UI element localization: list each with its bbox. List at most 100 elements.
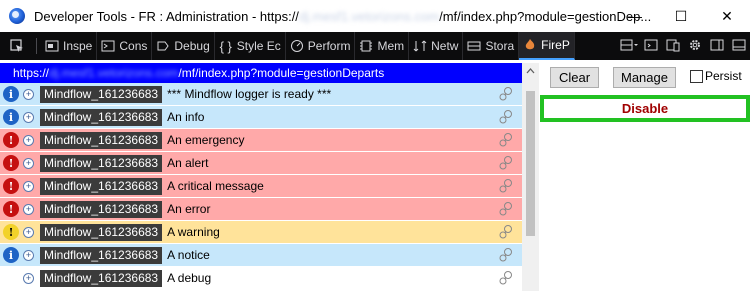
close-icon: ✕: [721, 7, 733, 24]
firephp-side-panel: Clear Manage Persist Disable: [540, 60, 750, 291]
log-row[interactable]: + Mindflow_161236683 A debug: [0, 267, 522, 290]
firephp-icon: [523, 38, 537, 52]
error-icon: !: [3, 178, 19, 194]
expand-icon[interactable]: +: [23, 88, 34, 100]
expand-icon[interactable]: +: [23, 157, 34, 169]
split-console-button[interactable]: [640, 32, 662, 60]
pick-element-icon: [10, 39, 24, 53]
expand-icon[interactable]: +: [23, 203, 34, 215]
inspect-icon[interactable]: [498, 132, 514, 148]
disable-button[interactable]: Disable: [540, 95, 750, 122]
expand-icon[interactable]: +: [23, 272, 34, 284]
pick-element-button[interactable]: [0, 32, 32, 60]
inspect-icon[interactable]: [498, 270, 514, 286]
url-suffix: /mf/index.php?module=gestionDeparts: [178, 66, 385, 80]
minimize-icon: —: [628, 8, 642, 24]
tab-label: Perform: [307, 39, 351, 53]
logger-badge: Mindflow_161236683: [40, 177, 163, 195]
page-url-bar: https://dj.mesf1.vetorizons.com/mf/index…: [0, 63, 522, 83]
info-icon: i: [3, 86, 19, 102]
inspect-icon[interactable]: [498, 224, 514, 240]
responsive-mode-button[interactable]: [662, 32, 684, 60]
error-icon: !: [3, 201, 19, 217]
console-icon: [101, 39, 115, 53]
inspect-icon[interactable]: [498, 109, 514, 125]
logger-badge: Mindflow_161236683: [40, 246, 163, 264]
log-row[interactable]: i + Mindflow_161236683 A notice: [0, 244, 522, 267]
tab-memory[interactable]: Mem: [355, 32, 410, 60]
tab-style-editor[interactable]: { } Style Ec: [215, 32, 286, 60]
style-editor-icon: { }: [219, 38, 232, 54]
toolbar-right-controls: [618, 32, 750, 60]
tab-label: Stora: [485, 39, 515, 53]
inspect-icon[interactable]: [498, 178, 514, 194]
persist-checkbox-box[interactable]: [690, 69, 703, 83]
log-row[interactable]: i + Mindflow_161236683 *** Mindflow logg…: [0, 83, 522, 106]
inspector-icon: [45, 39, 59, 53]
network-icon: [413, 39, 427, 53]
manage-button[interactable]: Manage: [613, 67, 676, 88]
tab-label: Inspe: [63, 39, 93, 53]
persist-checkbox[interactable]: Persist: [690, 69, 742, 83]
close-button[interactable]: ✕: [704, 0, 750, 32]
window-controls: — ☐ ✕: [612, 0, 750, 32]
url-host-blurred: dj.mesf1.vetorizons.com: [49, 66, 179, 80]
log-message: A notice: [167, 248, 210, 262]
expand-icon[interactable]: +: [23, 249, 34, 261]
expand-icon[interactable]: +: [23, 180, 34, 192]
responsive-icon: [666, 38, 680, 55]
scroll-up-icon[interactable]: [526, 66, 535, 76]
dock-side-icon: [710, 38, 724, 55]
log-row[interactable]: ! + Mindflow_161236683 A critical messag…: [0, 175, 522, 198]
tab-debugger[interactable]: Debug: [152, 32, 215, 60]
info-icon: i: [3, 109, 19, 125]
expand-icon[interactable]: +: [23, 134, 34, 146]
tab-label: Mem: [377, 39, 405, 53]
expand-icon[interactable]: +: [23, 111, 34, 123]
dock-side-button[interactable]: [706, 32, 728, 60]
dock-menu-button[interactable]: [618, 32, 640, 60]
logger-badge: Mindflow_161236683: [40, 108, 163, 126]
title-host-blurred: dj.mesf1.vetorizons.com: [298, 8, 440, 24]
tab-firephp[interactable]: FireP: [519, 32, 575, 60]
debug-level-spacer: [3, 270, 19, 286]
tab-label: Cons: [119, 39, 148, 53]
inspect-icon[interactable]: [498, 201, 514, 217]
log-row[interactable]: ! + Mindflow_161236683 An alert: [0, 152, 522, 175]
maximize-button[interactable]: ☐: [658, 0, 704, 32]
dock-icon: [620, 38, 638, 55]
log-message: An emergency: [167, 133, 245, 147]
log-list: i + Mindflow_161236683 *** Mindflow logg…: [0, 83, 522, 290]
inspect-icon[interactable]: [498, 86, 514, 102]
tab-label: Debug: [174, 39, 210, 53]
log-row[interactable]: ! + Mindflow_161236683 An error: [0, 198, 522, 221]
tab-label: Style Ec: [236, 39, 281, 53]
info-icon: i: [3, 247, 19, 263]
error-icon: !: [3, 132, 19, 148]
log-message: A critical message: [167, 179, 264, 193]
tab-console[interactable]: Cons: [97, 32, 153, 60]
debugger-icon: [156, 39, 170, 53]
inspect-icon[interactable]: [498, 247, 514, 263]
scrollbar-thumb[interactable]: [526, 91, 535, 236]
tab-inspector[interactable]: Inspe: [41, 32, 98, 60]
logger-badge: Mindflow_161236683: [40, 85, 163, 103]
log-row[interactable]: i + Mindflow_161236683 An info: [0, 106, 522, 129]
logger-badge: Mindflow_161236683: [40, 200, 163, 218]
tab-label: FireP: [541, 38, 570, 52]
clear-button[interactable]: Clear: [550, 67, 599, 88]
tab-performance[interactable]: Perform: [286, 32, 356, 60]
minimize-button[interactable]: —: [612, 0, 658, 32]
tab-network[interactable]: Netw: [409, 32, 464, 60]
expand-icon[interactable]: +: [23, 226, 34, 238]
dock-bottom-button[interactable]: [728, 32, 750, 60]
log-row[interactable]: ! + Mindflow_161236683 A warning: [0, 221, 522, 244]
logger-badge: Mindflow_161236683: [40, 223, 163, 241]
inspect-icon[interactable]: [498, 155, 514, 171]
devtools-toolbar: Inspe Cons Debug { } Style Ec Perform Me…: [0, 32, 750, 60]
log-message: An error: [167, 202, 211, 216]
memory-icon: [359, 39, 373, 53]
tab-storage[interactable]: Stora: [463, 32, 520, 60]
settings-button[interactable]: [684, 32, 706, 60]
log-row[interactable]: ! + Mindflow_161236683 An emergency: [0, 129, 522, 152]
